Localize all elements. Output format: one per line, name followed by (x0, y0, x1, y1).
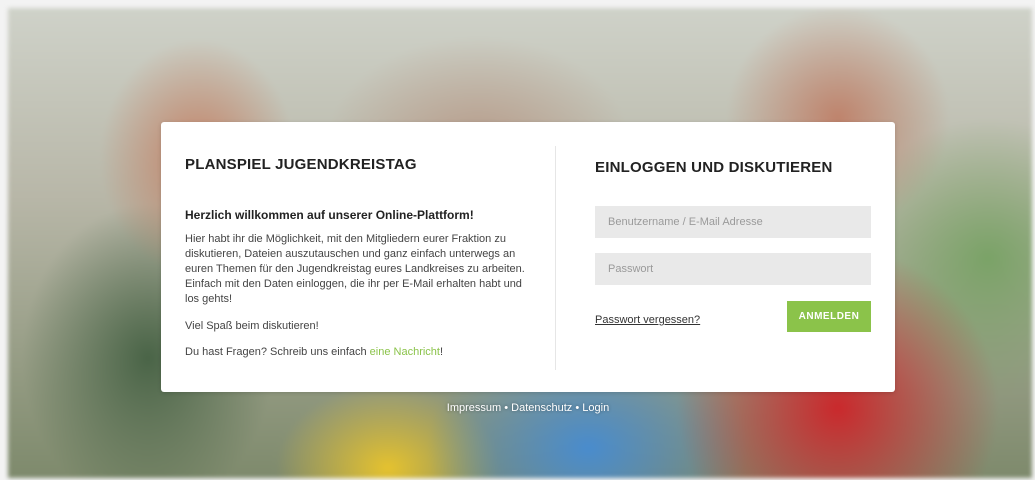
fun-text: Viel Spaß beim diskutieren! (185, 320, 319, 332)
forgot-password-link[interactable]: Passwort vergessen? (595, 314, 700, 326)
footer-login-link[interactable]: Login (582, 402, 609, 414)
login-button[interactable]: ANMELDEN (787, 301, 871, 332)
login-title: EINLOGGEN UND DISKUTIEREN (595, 159, 833, 176)
footer-links: Impressum • Datenschutz • Login (0, 402, 1035, 414)
contact-link[interactable]: eine Nachricht (370, 346, 440, 358)
login-card: PLANSPIEL JUGENDKREISTAG Herzlich willko… (161, 122, 895, 392)
intro-paragraph: Hier habt ihr die Möglichkeit, mit den M… (185, 233, 525, 305)
panel-divider (555, 146, 556, 370)
contact-prefix: Du hast Fragen? Schreib uns einfach (185, 346, 370, 358)
footer-separator: • (501, 402, 512, 414)
site-title: PLANSPIEL JUGENDKREISTAG (185, 156, 417, 173)
impressum-link[interactable]: Impressum (447, 402, 501, 414)
username-input[interactable] (595, 206, 871, 238)
contact-text: Du hast Fragen? Schreib uns einfach eine… (185, 346, 443, 358)
welcome-heading: Herzlich willkommen auf unserer Online-P… (185, 208, 474, 222)
password-input[interactable] (595, 253, 871, 285)
contact-suffix: ! (440, 346, 444, 358)
footer-separator: • (572, 402, 583, 414)
datenschutz-link[interactable]: Datenschutz (511, 402, 572, 414)
